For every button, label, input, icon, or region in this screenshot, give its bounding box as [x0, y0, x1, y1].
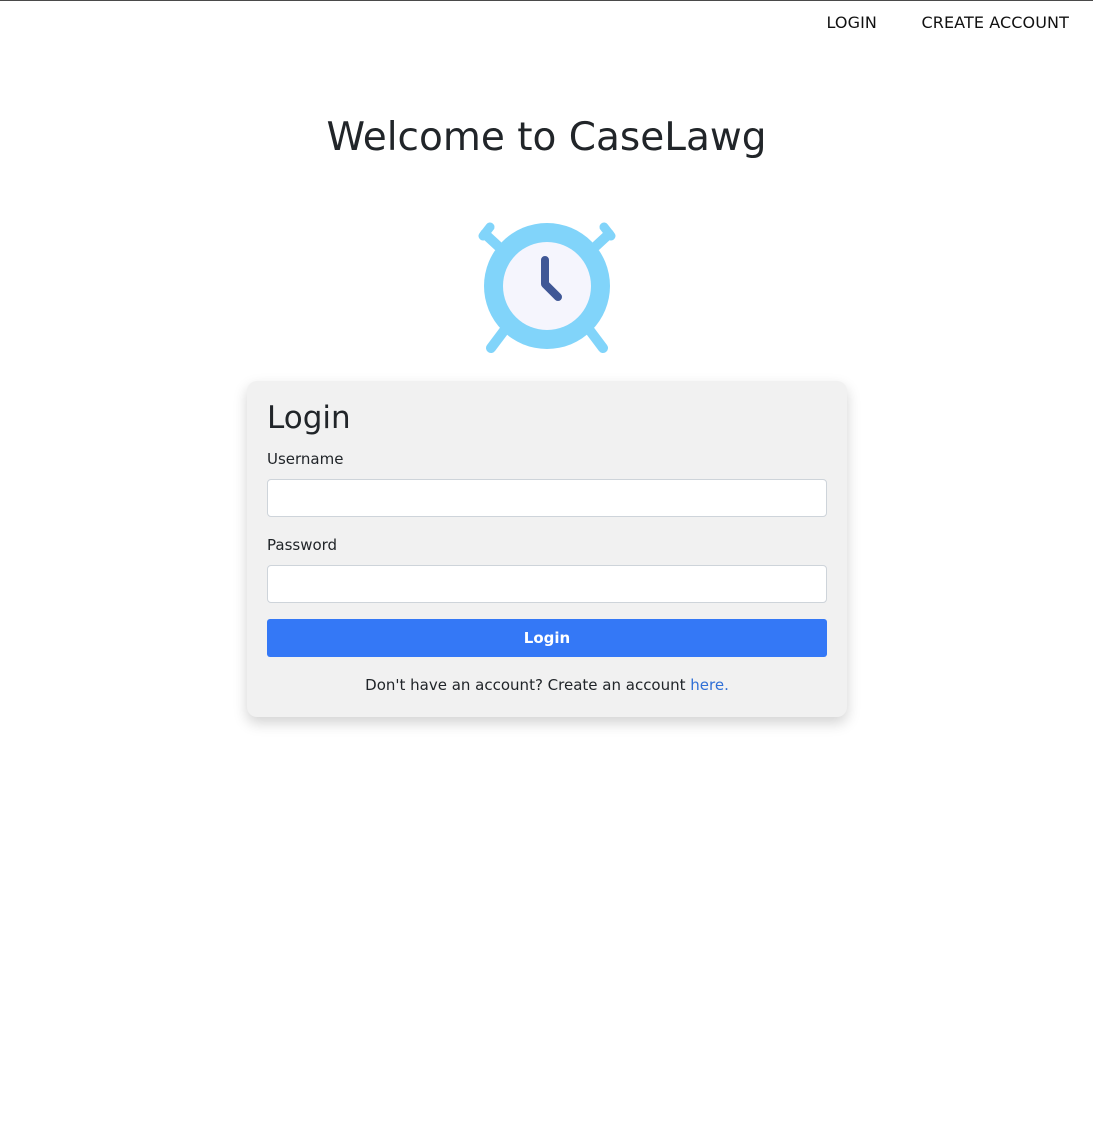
page-title: Welcome to CaseLawg [326, 115, 767, 160]
signup-prompt-text: Don't have an account? Create an account [365, 676, 691, 694]
nav-login-link[interactable]: LOGIN [826, 13, 877, 33]
signup-prompt: Don't have an account? Create an account… [247, 675, 847, 695]
signup-link[interactable]: here. [690, 676, 729, 694]
nav-create-account-link[interactable]: CREATE ACCOUNT [921, 13, 1069, 33]
login-card-title: Login [267, 400, 351, 436]
password-label: Password [267, 536, 338, 554]
alarm-clock-icon [476, 214, 618, 356]
username-label: Username [267, 450, 344, 468]
navbar: LOGIN CREATE ACCOUNT [0, 0, 1093, 46]
password-input[interactable] [267, 565, 827, 603]
login-submit-button[interactable]: Login [267, 619, 827, 657]
username-input[interactable] [267, 479, 827, 517]
login-card: Login Username Password Login Don't have… [247, 381, 847, 717]
